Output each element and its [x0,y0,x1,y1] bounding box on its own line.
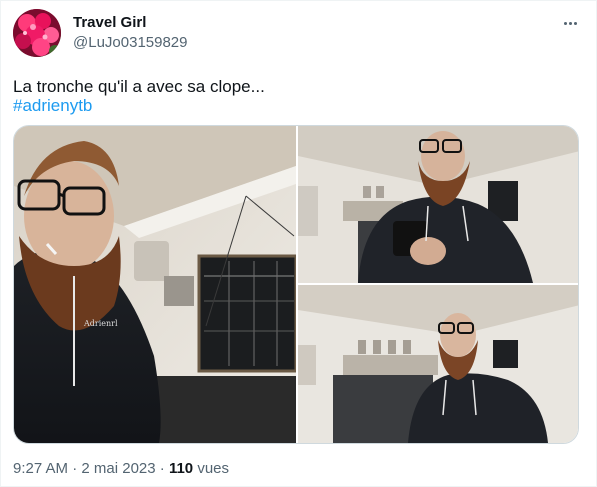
views-label: vues [197,460,230,477]
meta-separator: · [72,460,78,477]
flower-avatar-image [13,9,61,57]
more-horizontal-icon [563,21,567,25]
media-grid: Adrienrl [13,125,579,444]
photo-3-image [298,285,578,443]
photo-3[interactable] [298,285,578,443]
photo-1[interactable]: Adrienrl [14,126,296,443]
tweet-meta: 9:27 AM · 2 mai 2023 · 110 vues [13,460,229,477]
svg-text:Adrienrl: Adrienrl [83,319,118,328]
hashtag-link[interactable]: #adrienytb [13,95,92,117]
meta-separator: · [159,460,165,477]
photo-1-image: Adrienrl [14,126,296,443]
more-options-button[interactable] [556,12,584,34]
views-count: 110 [168,460,194,477]
tweet-time[interactable]: 9:27 AM [13,460,68,477]
photo-2[interactable] [298,126,578,283]
more-horizontal-icon-dot [568,21,572,25]
author-name[interactable]: Travel Girl [73,14,146,31]
author-handle[interactable]: @LuJo03159829 [73,34,188,51]
avatar[interactable] [13,9,61,57]
tweet-date[interactable]: 2 mai 2023 [81,460,155,477]
photo-2-image [298,126,578,283]
more-horizontal-icon-dot [573,21,577,25]
